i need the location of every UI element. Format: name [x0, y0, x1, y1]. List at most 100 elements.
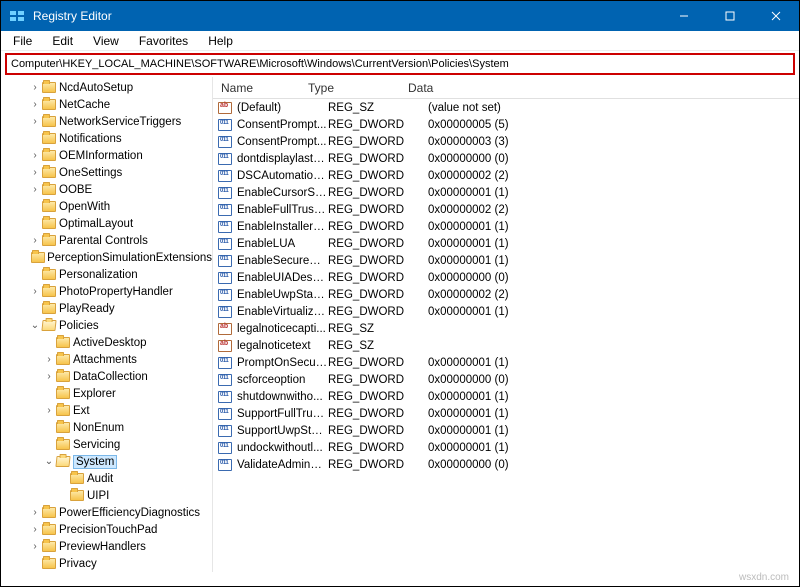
tree-item[interactable]: ›Ext [1, 402, 212, 419]
chevron-down-icon[interactable]: ⌄ [29, 321, 41, 331]
chevron-right-icon[interactable]: › [29, 236, 41, 246]
minimize-button[interactable] [661, 1, 707, 31]
titlebar[interactable]: Registry Editor [1, 1, 799, 31]
value-type: REG_DWORD [328, 459, 428, 471]
list-row[interactable]: EnableSecureUI...REG_DWORD0x00000001 (1) [213, 252, 799, 269]
list-row[interactable]: legalnoticetextREG_SZ [213, 337, 799, 354]
header-name[interactable]: Name [213, 81, 308, 95]
tree-item[interactable]: ⌄System [1, 453, 212, 470]
list-row[interactable]: ConsentPrompt...REG_DWORD0x00000005 (5) [213, 116, 799, 133]
values-list[interactable]: Name Type Data (Default)REG_SZ(value not… [213, 77, 799, 572]
tree-item[interactable]: OpenWith [1, 198, 212, 215]
list-row[interactable]: EnableUwpStart...REG_DWORD0x00000002 (2) [213, 286, 799, 303]
list-row[interactable]: EnableFullTrustS...REG_DWORD0x00000002 (… [213, 201, 799, 218]
close-button[interactable] [753, 1, 799, 31]
tree-item-label: Notifications [59, 133, 122, 145]
dword-value-icon [217, 237, 233, 251]
header-data[interactable]: Data [408, 81, 799, 95]
tree-item[interactable]: ›Attachments [1, 351, 212, 368]
address-bar[interactable]: Computer\HKEY_LOCAL_MACHINE\SOFTWARE\Mic… [5, 53, 795, 75]
value-data: 0x00000001 (1) [428, 306, 799, 318]
list-row[interactable]: SupportUwpStar...REG_DWORD0x00000001 (1) [213, 422, 799, 439]
tree-item[interactable]: ›DataCollection [1, 368, 212, 385]
tree-item[interactable]: Audit [1, 470, 212, 487]
maximize-button[interactable] [707, 1, 753, 31]
tree-item[interactable]: UIPI [1, 487, 212, 504]
list-row[interactable]: EnableUIADeskt...REG_DWORD0x00000000 (0) [213, 269, 799, 286]
list-row[interactable]: PromptOnSecur...REG_DWORD0x00000001 (1) [213, 354, 799, 371]
dword-value-icon [217, 305, 233, 319]
chevron-right-icon[interactable]: › [29, 185, 41, 195]
list-row[interactable]: scforceoptionREG_DWORD0x00000000 (0) [213, 371, 799, 388]
tree-item-label: PrecisionTouchPad [59, 524, 157, 536]
tree-item[interactable]: ⌄Policies [1, 317, 212, 334]
folder-icon [41, 302, 57, 316]
chevron-right-icon[interactable]: › [43, 355, 55, 365]
menu-help[interactable]: Help [200, 32, 241, 50]
value-name: EnableFullTrustS... [237, 204, 328, 216]
chevron-right-icon[interactable]: › [29, 542, 41, 552]
tree-item[interactable]: Notifications [1, 130, 212, 147]
list-row[interactable]: EnableLUAREG_DWORD0x00000001 (1) [213, 235, 799, 252]
list-row[interactable]: ConsentPrompt...REG_DWORD0x00000003 (3) [213, 133, 799, 150]
folder-icon [69, 472, 85, 486]
tree-item[interactable]: ›PhotoPropertyHandler [1, 283, 212, 300]
tree-item[interactable]: Privacy [1, 555, 212, 572]
tree-item[interactable]: Servicing [1, 436, 212, 453]
tree-item[interactable]: ›NetworkServiceTriggers [1, 113, 212, 130]
list-row[interactable]: legalnoticecapti...REG_SZ [213, 320, 799, 337]
list-row[interactable]: shutdownwitho...REG_DWORD0x00000001 (1) [213, 388, 799, 405]
header-type[interactable]: Type [308, 81, 408, 95]
chevron-right-icon[interactable]: › [29, 168, 41, 178]
tree-item[interactable]: ›OneSettings [1, 164, 212, 181]
value-name: undockwithoutl... [237, 442, 328, 454]
tree-item[interactable]: PlayReady [1, 300, 212, 317]
chevron-right-icon[interactable]: › [43, 406, 55, 416]
value-name: EnableLUA [237, 238, 328, 250]
tree-item[interactable]: ›OOBE [1, 181, 212, 198]
list-row[interactable]: DSCAutomation...REG_DWORD0x00000002 (2) [213, 167, 799, 184]
chevron-right-icon[interactable]: › [29, 100, 41, 110]
chevron-right-icon[interactable]: › [29, 508, 41, 518]
folder-icon [55, 438, 71, 452]
chevron-right-icon[interactable]: › [29, 151, 41, 161]
chevron-right-icon[interactable]: › [29, 525, 41, 535]
tree-view[interactable]: ›NcdAutoSetup›NetCache›NetworkServiceTri… [1, 77, 213, 572]
tree-item-label: PowerEfficiencyDiagnostics [59, 507, 200, 519]
chevron-right-icon[interactable]: › [29, 117, 41, 127]
list-row[interactable]: EnableCursorSu...REG_DWORD0x00000001 (1) [213, 184, 799, 201]
value-type: REG_DWORD [328, 306, 428, 318]
tree-item[interactable]: ›NetCache [1, 96, 212, 113]
value-name: (Default) [237, 102, 328, 114]
list-row[interactable]: EnableInstallerD...REG_DWORD0x00000001 (… [213, 218, 799, 235]
tree-item[interactable]: PerceptionSimulationExtensions [1, 249, 212, 266]
list-row[interactable]: EnableVirtualizat...REG_DWORD0x00000001 … [213, 303, 799, 320]
list-header[interactable]: Name Type Data [213, 77, 799, 99]
list-row[interactable]: ValidateAdminC...REG_DWORD0x00000000 (0) [213, 456, 799, 473]
menu-edit[interactable]: Edit [44, 32, 81, 50]
chevron-right-icon[interactable]: › [43, 372, 55, 382]
tree-item[interactable]: › PrecisionTouchPad [1, 521, 212, 538]
list-row[interactable]: dontdisplaylastu...REG_DWORD0x00000000 (… [213, 150, 799, 167]
chevron-right-icon[interactable]: › [29, 83, 41, 93]
tree-item[interactable]: ActiveDesktop [1, 334, 212, 351]
tree-item[interactable]: ›OEMInformation [1, 147, 212, 164]
tree-item[interactable]: › PowerEfficiencyDiagnostics [1, 504, 212, 521]
chevron-down-icon[interactable]: ⌄ [43, 457, 55, 467]
list-row[interactable]: SupportFullTrust...REG_DWORD0x00000001 (… [213, 405, 799, 422]
tree-item[interactable]: Explorer [1, 385, 212, 402]
tree-item[interactable]: ›Parental Controls [1, 232, 212, 249]
menu-file[interactable]: File [5, 32, 40, 50]
tree-item[interactable]: ›PreviewHandlers [1, 538, 212, 555]
tree-item[interactable]: ›NcdAutoSetup [1, 79, 212, 96]
tree-item[interactable]: Personalization [1, 266, 212, 283]
tree-item[interactable]: NonEnum [1, 419, 212, 436]
list-row[interactable]: undockwithoutl...REG_DWORD0x00000001 (1) [213, 439, 799, 456]
folder-icon [55, 387, 71, 401]
menu-favorites[interactable]: Favorites [131, 32, 196, 50]
value-type: REG_DWORD [328, 408, 428, 420]
chevron-right-icon[interactable]: › [29, 287, 41, 297]
menu-view[interactable]: View [85, 32, 127, 50]
list-row[interactable]: (Default)REG_SZ(value not set) [213, 99, 799, 116]
tree-item[interactable]: OptimalLayout [1, 215, 212, 232]
